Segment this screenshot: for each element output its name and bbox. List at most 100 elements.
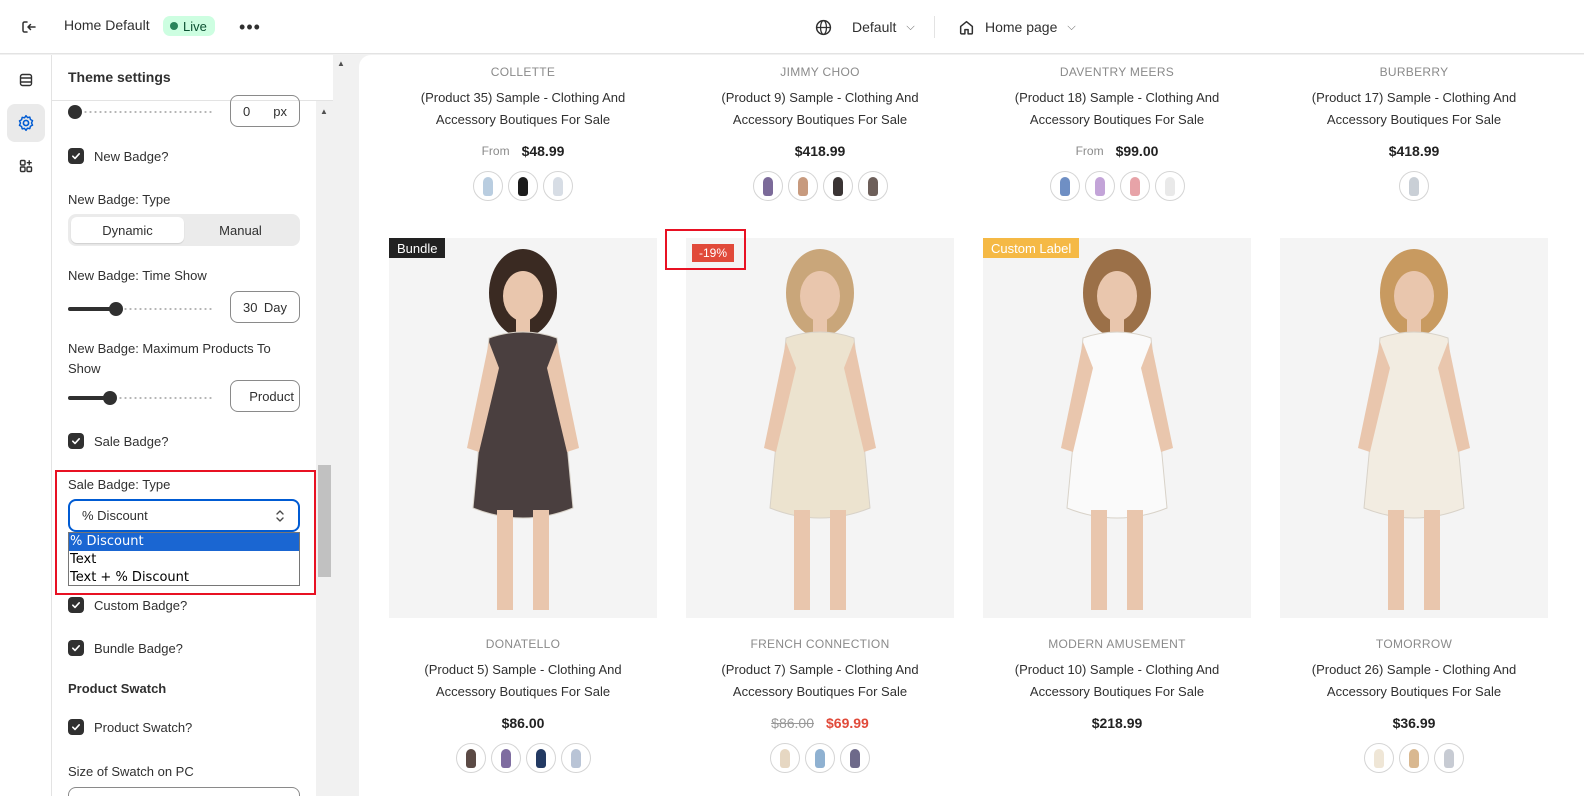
product-photo — [1280, 238, 1548, 618]
color-swatches — [1280, 743, 1548, 773]
color-swatch[interactable] — [1084, 171, 1115, 201]
product-swatch-checkbox[interactable]: Product Swatch? — [68, 719, 192, 735]
product-image[interactable]: Custom Label — [983, 238, 1251, 618]
color-swatch[interactable] — [770, 743, 800, 773]
slider-knob[interactable] — [103, 391, 118, 405]
sale-badge-checkbox[interactable]: Sale Badge? — [68, 433, 168, 449]
color-swatch[interactable] — [560, 743, 591, 773]
theme-settings-gear-icon[interactable] — [7, 104, 45, 142]
more-actions-button[interactable]: ••• — [236, 14, 264, 40]
product-card[interactable]: MODERN AMUSEMENT (Product 10) Sample - Cl… — [983, 637, 1251, 773]
new-badge-checkbox[interactable]: New Badge? — [68, 148, 168, 164]
product-image[interactable]: Bundle — [389, 238, 657, 618]
product-title[interactable]: (Product 18) Sample - Clothing And Acces… — [983, 87, 1251, 131]
product-image[interactable]: -19% — [686, 238, 954, 618]
product-card[interactable]: JIMMY CHOO (Product 9) Sample - Clothing … — [686, 65, 954, 201]
option-manual[interactable]: Manual — [184, 217, 297, 243]
product-brand[interactable]: JIMMY CHOO — [686, 65, 954, 79]
preview-scrollbar[interactable]: ▲ — [333, 55, 349, 796]
color-swatch[interactable] — [1049, 171, 1080, 201]
color-swatch[interactable] — [857, 171, 888, 201]
option-dynamic[interactable]: Dynamic — [71, 217, 184, 243]
exit-icon[interactable] — [16, 14, 42, 40]
product-price: $86.00 $69.99 — [686, 715, 954, 731]
product-brand[interactable]: BURBERRY — [1280, 65, 1548, 79]
product-card[interactable]: FRENCH CONNECTION (Product 7) Sample - Cl… — [686, 637, 954, 773]
color-swatch[interactable] — [490, 743, 521, 773]
theme-title: Home Default — [64, 17, 150, 33]
product-card[interactable]: DONATELLO (Product 5) Sample - Clothing A… — [389, 637, 657, 773]
color-swatch[interactable] — [1399, 743, 1429, 773]
left-rail — [0, 55, 52, 796]
color-swatch[interactable] — [1399, 171, 1429, 201]
panel-scrollbar[interactable]: ▲ — [316, 101, 333, 796]
sections-icon[interactable] — [7, 61, 45, 99]
product-price: $218.99 — [983, 715, 1251, 731]
scroll-up-icon[interactable]: ▲ — [337, 59, 345, 68]
scrollbar-thumb[interactable] — [318, 465, 331, 577]
slider-knob[interactable] — [109, 302, 124, 316]
color-swatch[interactable] — [508, 171, 538, 201]
max-products-input[interactable]: Product — [230, 380, 300, 412]
color-swatches — [389, 171, 657, 201]
product-card[interactable]: BURBERRY (Product 17) Sample - Clothing A… — [1280, 65, 1548, 201]
color-swatch[interactable] — [805, 743, 835, 773]
home-icon — [959, 20, 974, 35]
compare-at-price: $86.00 — [771, 715, 814, 731]
apps-icon[interactable] — [7, 147, 45, 185]
color-swatch[interactable] — [752, 171, 783, 201]
product-brand[interactable]: FRENCH CONNECTION — [686, 637, 954, 651]
product-title[interactable]: (Product 17) Sample - Clothing And Acces… — [1280, 87, 1548, 131]
swatch-size-input[interactable] — [68, 787, 300, 796]
time-show-label: New Badge: Time Show — [68, 268, 207, 283]
color-swatch[interactable] — [1119, 171, 1150, 201]
color-swatch[interactable] — [1434, 743, 1464, 773]
color-swatch[interactable] — [822, 171, 853, 201]
product-brand[interactable]: DONATELLO — [389, 637, 657, 651]
product-title[interactable]: (Product 35) Sample - Clothing And Acces… — [389, 87, 657, 131]
color-swatch[interactable] — [840, 743, 870, 773]
product-brand[interactable]: MODERN AMUSEMENT — [983, 637, 1251, 651]
page-selector[interactable]: Home page ⌵ — [958, 14, 1076, 40]
product-image[interactable] — [1280, 238, 1548, 618]
product-card[interactable]: TOMORROW (Product 26) Sample - Clothing A… — [1280, 637, 1548, 773]
top-px-slider[interactable] — [68, 105, 216, 119]
color-swatch[interactable] — [525, 743, 556, 773]
time-show-slider[interactable] — [68, 302, 216, 316]
color-swatch[interactable] — [455, 743, 486, 773]
price-value: $418.99 — [794, 143, 846, 159]
theme-selector[interactable]: Default ⌵ — [815, 14, 915, 40]
bundle-badge-label: Bundle Badge? — [94, 640, 183, 656]
product-title[interactable]: (Product 7) Sample - Clothing And Access… — [686, 659, 954, 703]
color-swatch[interactable] — [473, 171, 503, 201]
theme-settings-panel: Theme settings 0 px New Badge? New Badge:… — [52, 55, 333, 796]
slider-knob[interactable] — [68, 105, 82, 119]
custom-badge-label: Custom Badge? — [94, 597, 188, 613]
time-show-unit: Day — [263, 299, 287, 315]
live-dot-icon — [170, 22, 178, 30]
product-title[interactable]: (Product 10) Sample - Clothing And Acces… — [983, 659, 1251, 703]
max-products-slider[interactable] — [68, 391, 216, 405]
product-brand[interactable]: DAVENTRY MEERS — [983, 65, 1251, 79]
page-selector-label: Home page — [985, 19, 1058, 35]
sale-badge-label: Sale Badge? — [94, 433, 169, 449]
custom-badge-checkbox[interactable]: Custom Badge? — [68, 597, 187, 613]
product-title[interactable]: (Product 5) Sample - Clothing And Access… — [389, 659, 657, 703]
time-show-input[interactable]: 30 Day — [230, 291, 300, 323]
color-swatch[interactable] — [543, 171, 573, 201]
color-swatch[interactable] — [787, 171, 818, 201]
checkmark-icon — [68, 433, 84, 449]
color-swatch[interactable] — [1364, 743, 1394, 773]
product-brand[interactable]: TOMORROW — [1280, 637, 1548, 651]
product-title[interactable]: (Product 9) Sample - Clothing And Access… — [686, 87, 954, 131]
max-products-label: New Badge: Maximum Products To Show — [68, 341, 271, 376]
color-swatch[interactable] — [1154, 171, 1185, 201]
product-card[interactable]: COLLETTE (Product 35) Sample - Clothing A… — [389, 65, 657, 201]
bundle-badge-checkbox[interactable]: Bundle Badge? — [68, 640, 183, 656]
product-title[interactable]: (Product 26) Sample - Clothing And Acces… — [1280, 659, 1548, 703]
top-px-input[interactable]: 0 px — [230, 95, 300, 127]
price-value: $48.99 — [521, 143, 565, 159]
scroll-up-icon[interactable]: ▲ — [320, 107, 328, 116]
product-brand[interactable]: COLLETTE — [389, 65, 657, 79]
product-card[interactable]: DAVENTRY MEERS (Product 18) Sample - Clot… — [983, 65, 1251, 201]
